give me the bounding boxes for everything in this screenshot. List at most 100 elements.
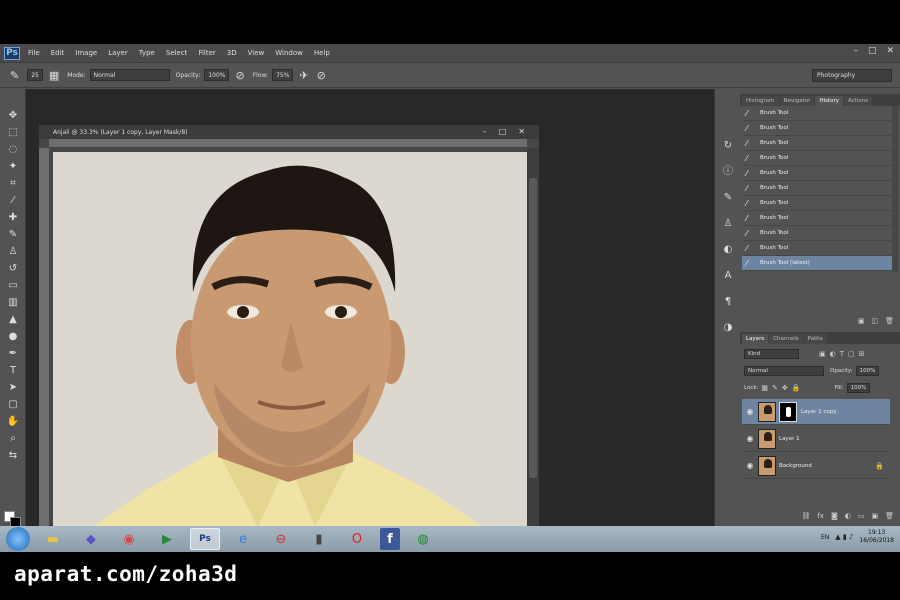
photo-canvas[interactable]	[53, 152, 528, 527]
tray-icons[interactable]: ▲ ▮ ♪	[835, 533, 853, 541]
menu-file[interactable]: File	[28, 49, 40, 57]
brush-preset-icon[interactable]: ✎	[10, 69, 19, 82]
shape-tool-icon[interactable]: ▢	[6, 398, 20, 412]
history-item[interactable]: ⁄ Brush Tool	[742, 211, 892, 226]
paragraph-panel-icon[interactable]: ¶	[721, 295, 735, 309]
document-minimize-button[interactable]: –	[483, 127, 487, 136]
lasso-tool-icon[interactable]: ◌	[6, 143, 20, 157]
blend-mode-select[interactable]: Normal	[744, 366, 824, 376]
history-item[interactable]: ⁄ Brush Tool	[742, 136, 892, 151]
taskbar-facebook-icon[interactable]: f	[380, 528, 400, 550]
flow-field[interactable]: 75%	[272, 69, 294, 81]
taskbar-chrome-icon[interactable]: ◉	[114, 528, 144, 550]
blur-tool-icon[interactable]: ▲	[6, 313, 20, 327]
layer-row-background[interactable]: ◉ Background 🔒	[742, 453, 890, 479]
adjustment-layer-icon[interactable]: ◐	[845, 512, 851, 524]
link-layers-icon[interactable]: ⛓	[801, 512, 810, 524]
tab-histogram[interactable]: Histogram	[742, 96, 779, 106]
history-item[interactable]: ⁄ Brush Tool	[742, 241, 892, 256]
eyedropper-tool-icon[interactable]: ⁄	[6, 194, 20, 208]
healing-tool-icon[interactable]: ✚	[6, 211, 20, 225]
menu-type[interactable]: Type	[139, 49, 155, 57]
info-panel-icon[interactable]: ⓘ	[721, 165, 735, 179]
layer-opacity-field[interactable]: 100%	[855, 366, 880, 376]
layer-mask-thumbnail[interactable]	[779, 401, 797, 422]
pen-tool-icon[interactable]: ✒	[6, 347, 20, 361]
layer-row-layer-1[interactable]: ◉ Layer 1	[742, 426, 890, 452]
type-tool-icon[interactable]: T	[6, 364, 20, 378]
history-item[interactable]: ⁄ Brush Tool	[742, 181, 892, 196]
pressure-size-icon[interactable]: ⊘	[317, 69, 326, 82]
tab-navigator[interactable]: Navigator	[779, 96, 815, 106]
history-item-selected[interactable]: ⁄ Brush Tool (latest)	[742, 256, 892, 271]
history-panel-icon[interactable]: ↻	[721, 139, 735, 153]
menu-view[interactable]: View	[248, 49, 265, 57]
taskbar-camtasia-icon[interactable]: ◍	[408, 528, 438, 550]
taskbar-stop-icon[interactable]: ⊖	[266, 528, 296, 550]
lock-icons[interactable]: ▦✎✥🔒	[761, 384, 804, 392]
new-group-icon[interactable]: ▭	[858, 512, 865, 524]
start-button[interactable]	[6, 527, 30, 551]
taskbar-file-explorer-icon[interactable]: ▬	[38, 528, 68, 550]
taskbar-photoshop-icon[interactable]: Ps	[190, 528, 220, 550]
history-item[interactable]: ⁄ Brush Tool	[742, 196, 892, 211]
layer-fill-field[interactable]: 100%	[846, 383, 871, 393]
document-maximize-button[interactable]: □	[499, 127, 507, 136]
crop-tool-icon[interactable]: ⌗	[6, 177, 20, 191]
history-scrollbar[interactable]	[892, 106, 898, 272]
eraser-tool-icon[interactable]: ▭	[6, 279, 20, 293]
taskbar-opera-icon[interactable]: O	[342, 528, 372, 550]
eye-icon[interactable]: ◉	[742, 407, 758, 416]
add-mask-icon[interactable]: ◙	[831, 512, 838, 524]
eye-icon[interactable]: ◉	[742, 461, 758, 470]
menu-window[interactable]: Window	[275, 49, 303, 57]
history-item[interactable]: ⁄ Brush Tool	[742, 151, 892, 166]
tab-paths[interactable]: Paths	[803, 334, 827, 344]
close-button[interactable]: ✕	[886, 46, 894, 56]
history-item[interactable]: ⁄ Brush Tool	[742, 166, 892, 181]
new-document-from-state-icon[interactable]: ▣	[858, 317, 865, 329]
color-panel-icon[interactable]: ◐	[721, 243, 735, 257]
tab-layers[interactable]: Layers	[742, 334, 769, 344]
document-titlebar[interactable]: Anjali @ 33.3% (Layer 1 copy, Layer Mask…	[39, 125, 539, 139]
taskbar-tool-icon[interactable]: ▮	[304, 528, 334, 550]
maximize-button[interactable]: □	[868, 46, 877, 56]
zoom-tool-icon[interactable]: ⌕	[6, 432, 20, 446]
character-panel-icon[interactable]: A	[721, 269, 735, 283]
delete-layer-icon[interactable]: 🗑	[885, 512, 894, 524]
clone-source-icon[interactable]: ♙	[721, 217, 735, 231]
history-item[interactable]: ⁄ Brush Tool	[742, 121, 892, 136]
tab-history[interactable]: History	[815, 96, 844, 106]
move-tool-icon[interactable]: ✥	[6, 109, 20, 123]
history-brush-tool-icon[interactable]: ↺	[6, 262, 20, 276]
pressure-opacity-icon[interactable]: ⊘	[235, 69, 244, 82]
new-snapshot-icon[interactable]: ◫	[871, 317, 878, 329]
airbrush-icon[interactable]: ✈	[299, 69, 308, 82]
menu-filter[interactable]: Filter	[198, 49, 215, 57]
tab-channels[interactable]: Channels	[769, 334, 803, 344]
brush-size-field[interactable]: 25	[27, 69, 43, 81]
swap-colors-icon[interactable]: ⇆	[6, 449, 20, 463]
layer-row-layer-1-copy[interactable]: ◉ Layer 1 copy	[742, 399, 890, 425]
quick-select-tool-icon[interactable]: ✦	[6, 160, 20, 174]
delete-state-icon[interactable]: 🗑	[885, 317, 894, 329]
menu-3d[interactable]: 3D	[227, 49, 237, 57]
mode-select[interactable]: Normal	[89, 69, 170, 81]
taskbar-media-player-icon[interactable]: ▶	[152, 528, 182, 550]
history-item[interactable]: ⁄ Brush Tool	[742, 226, 892, 241]
stamp-tool-icon[interactable]: ♙	[6, 245, 20, 259]
menu-help[interactable]: Help	[314, 49, 330, 57]
layer-style-icon[interactable]: fx	[817, 512, 824, 524]
new-layer-icon[interactable]: ▣	[871, 512, 878, 524]
document-close-button[interactable]: ✕	[518, 127, 525, 136]
history-item[interactable]: ⁄ Brush Tool	[742, 106, 892, 121]
brush-panel-icon[interactable]: ▦	[49, 69, 59, 82]
taskbar-app-icon[interactable]: ◆	[76, 528, 106, 550]
clock[interactable]: 19:13 16/06/2018	[859, 529, 894, 545]
document-scroll-thumb[interactable]	[529, 178, 537, 478]
gradient-tool-icon[interactable]: ▥	[6, 296, 20, 310]
menu-edit[interactable]: Edit	[51, 49, 65, 57]
marquee-tool-icon[interactable]: ⬚	[6, 126, 20, 140]
path-select-tool-icon[interactable]: ➤	[6, 381, 20, 395]
eye-icon[interactable]: ◉	[742, 434, 758, 443]
